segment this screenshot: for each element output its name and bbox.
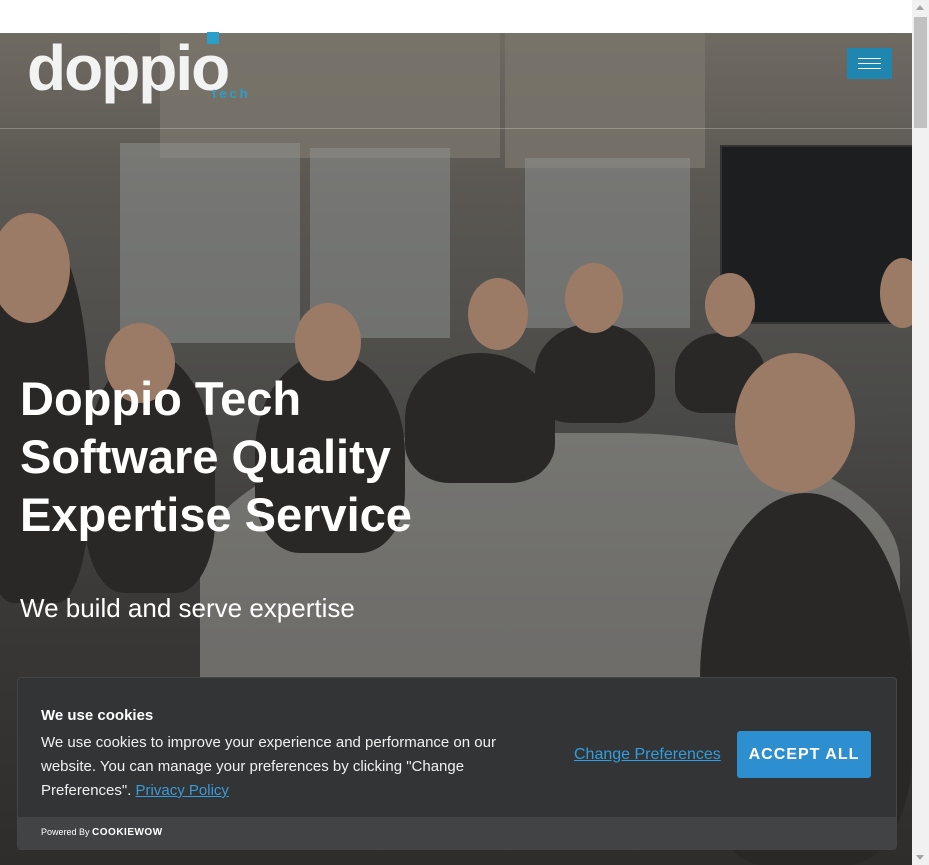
privacy-policy-link[interactable]: Privacy Policy bbox=[136, 782, 229, 799]
logo-subtext: tech bbox=[212, 86, 251, 101]
cookie-title: We use cookies bbox=[41, 707, 154, 724]
scroll-up-icon[interactable] bbox=[916, 5, 924, 10]
powered-by[interactable]: Powered By COOKIEWOW bbox=[41, 827, 163, 838]
scroll-down-icon[interactable] bbox=[916, 855, 924, 860]
hamburger-icon bbox=[858, 58, 881, 59]
cookie-banner: We use cookies We use cookies to improve… bbox=[17, 677, 897, 850]
doppio-logo[interactable]: doppio tech bbox=[27, 32, 248, 104]
hero-title-line: Software Quality bbox=[20, 430, 391, 483]
hero-title-line: Expertise Service bbox=[20, 488, 412, 541]
face bbox=[468, 278, 528, 350]
cookie-text: We use cookies to improve your experienc… bbox=[41, 734, 496, 799]
vertical-scrollbar[interactable] bbox=[912, 0, 929, 865]
cookiewow-logo: COOKIEWOW bbox=[92, 827, 163, 838]
hero-subtitle: We build and serve expertise bbox=[20, 593, 355, 623]
browser-top-strip bbox=[0, 0, 912, 33]
powered-by-label: Powered By bbox=[41, 827, 90, 837]
window-blind bbox=[505, 33, 705, 168]
cookie-description: We use cookies to improve your experienc… bbox=[41, 731, 521, 803]
menu-button[interactable] bbox=[847, 48, 892, 79]
accept-all-button[interactable]: ACCEPT ALL bbox=[737, 731, 871, 778]
hero-title-line: Doppio Tech bbox=[20, 372, 302, 425]
face bbox=[705, 273, 755, 337]
scrollbar-thumb[interactable] bbox=[914, 17, 927, 128]
header-divider bbox=[0, 128, 912, 129]
face bbox=[735, 353, 855, 493]
cookie-footer: Powered By COOKIEWOW bbox=[18, 817, 896, 849]
hamburger-icon-line bbox=[858, 63, 881, 64]
hamburger-icon-line bbox=[858, 68, 881, 69]
face bbox=[565, 263, 623, 333]
window bbox=[120, 143, 300, 343]
logo-wordmark: doppio bbox=[27, 32, 230, 104]
hero-title: Doppio Tech Software Quality Expertise S… bbox=[20, 370, 620, 544]
change-preferences-button[interactable]: Change Preferences bbox=[574, 746, 721, 764]
